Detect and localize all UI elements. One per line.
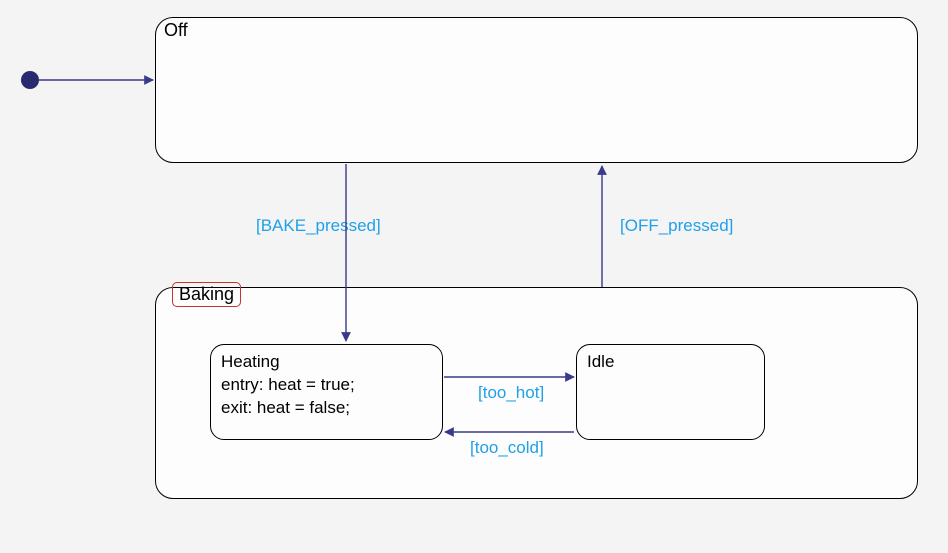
transition-bake-pressed-label: [BAKE_pressed] xyxy=(256,216,381,236)
transition-too-hot-label: [too_hot] xyxy=(478,383,544,403)
substate-heating[interactable]: Heating entry: heat = true; exit: heat =… xyxy=(210,344,443,440)
substate-idle[interactable]: Idle xyxy=(576,344,765,440)
transition-too-cold-label: [too_cold] xyxy=(470,438,544,458)
state-off-title: Off xyxy=(164,20,188,41)
substate-idle-title: Idle xyxy=(587,351,754,374)
state-baking-title: Baking xyxy=(172,282,241,307)
substate-heating-entry: entry: heat = true; xyxy=(221,374,432,397)
substate-heating-exit: exit: heat = false; xyxy=(221,397,432,420)
substate-heating-title: Heating xyxy=(221,351,432,374)
state-diagram-canvas: Off Baking Heating entry: heat = true; e… xyxy=(0,0,948,553)
state-off[interactable]: Off xyxy=(155,17,918,163)
transition-off-pressed-label: [OFF_pressed] xyxy=(620,216,733,236)
initial-pseudostate-icon xyxy=(21,71,39,89)
